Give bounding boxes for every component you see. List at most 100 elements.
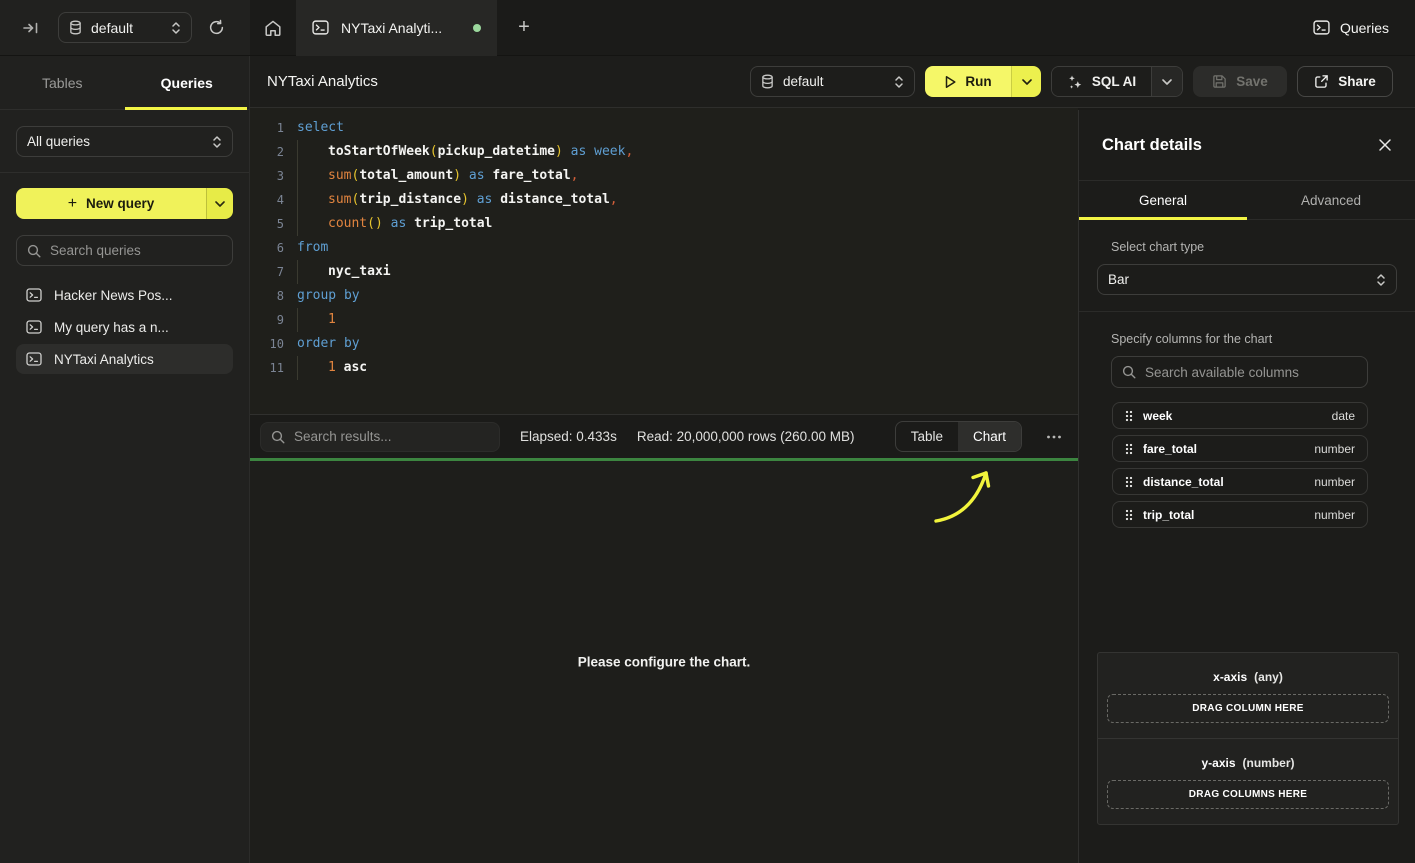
- table-view-button[interactable]: Table: [896, 422, 958, 451]
- unsaved-changes-dot: [473, 24, 481, 32]
- editor-tab[interactable]: NYTaxi Analyti...: [296, 0, 497, 56]
- y-axis-type: (number): [1243, 756, 1295, 770]
- query-search-input[interactable]: [50, 243, 222, 258]
- more-dots-icon: [1046, 435, 1062, 439]
- x-axis-dropzone[interactable]: DRAG COLUMN HERE: [1107, 694, 1389, 723]
- chevron-up-down-icon: [1376, 273, 1386, 287]
- sidebar-divider: [0, 172, 249, 173]
- main-area: 1select2toStartOfWeek(pickup_datetime) a…: [250, 108, 1078, 863]
- column-row[interactable]: trip_totalnumber: [1112, 501, 1368, 528]
- column-row[interactable]: distance_totalnumber: [1112, 468, 1368, 495]
- code-line[interactable]: 3sum(total_amount) as fare_total,: [256, 164, 1078, 188]
- run-dropdown[interactable]: [1011, 66, 1041, 97]
- column-row[interactable]: weekdate: [1112, 402, 1368, 429]
- sidebar-tab-tables[interactable]: Tables: [0, 56, 125, 109]
- run-main[interactable]: Run: [925, 66, 1011, 97]
- queries-top-button[interactable]: Queries: [1313, 20, 1389, 36]
- code-line[interactable]: 7nyc_taxi: [256, 260, 1078, 284]
- sql-editor[interactable]: 1select2toStartOfWeek(pickup_datetime) a…: [250, 108, 1078, 414]
- line-number: 6: [256, 236, 284, 260]
- query-icon: [26, 320, 42, 334]
- query-filter-select[interactable]: All queries: [16, 126, 233, 157]
- panel-tabs: General Advanced: [1079, 181, 1415, 220]
- column-name: trip_total: [1143, 508, 1194, 522]
- code-line[interactable]: 91: [256, 308, 1078, 332]
- refresh-icon: [208, 19, 225, 36]
- search-icon: [271, 430, 285, 444]
- chevron-down-icon: [1162, 79, 1172, 85]
- database-selector[interactable]: default: [58, 12, 192, 43]
- chart-empty-message: Please configure the chart.: [250, 655, 1078, 670]
- query-search[interactable]: [16, 235, 233, 266]
- column-type: date: [1332, 409, 1355, 423]
- code-line[interactable]: 1select: [256, 116, 1078, 140]
- columns-label: Specify columns for the chart: [1097, 332, 1397, 346]
- save-label: Save: [1236, 74, 1268, 89]
- new-query-main[interactable]: + New query: [16, 188, 206, 219]
- save-button[interactable]: Save: [1193, 66, 1287, 97]
- query-list: Hacker News Pos... My query has a n...NYT…: [16, 280, 233, 374]
- line-number: 5: [256, 212, 284, 236]
- home-button[interactable]: [250, 0, 296, 56]
- query-item-label: Hacker News Pos...: [54, 288, 173, 303]
- run-button[interactable]: Run: [925, 66, 1041, 97]
- sidebar-tab-queries[interactable]: Queries: [125, 56, 250, 109]
- queries-top-label: Queries: [1340, 20, 1389, 36]
- query-list-item[interactable]: My query has a n...: [16, 312, 233, 342]
- chart-type-select[interactable]: Bar: [1097, 264, 1397, 295]
- view-toggle: Table Chart: [895, 421, 1022, 452]
- chevron-down-icon: [215, 201, 225, 207]
- y-axis-dropzone[interactable]: DRAG COLUMNS HERE: [1107, 780, 1389, 809]
- save-icon: [1212, 74, 1227, 89]
- code-line[interactable]: 8group by: [256, 284, 1078, 308]
- panel-divider: [1079, 311, 1415, 312]
- code-line[interactable]: 5count() as trip_total: [256, 212, 1078, 236]
- close-panel-button[interactable]: [1378, 138, 1392, 152]
- query-icon: [26, 352, 42, 366]
- line-number: 3: [256, 164, 284, 188]
- query-list-item[interactable]: Hacker News Pos...: [16, 280, 233, 310]
- sql-ai-button[interactable]: SQL AI: [1051, 66, 1183, 97]
- share-button[interactable]: Share: [1297, 66, 1393, 97]
- share-label: Share: [1338, 74, 1376, 89]
- chart-details-panel: Chart details General Advanced Select ch…: [1078, 110, 1415, 863]
- code-line[interactable]: 10order by: [256, 332, 1078, 356]
- x-axis-type: (any): [1254, 670, 1283, 684]
- sql-ai-main[interactable]: SQL AI: [1052, 67, 1151, 96]
- elapsed-time: Elapsed: 0.433s: [520, 429, 617, 444]
- run-database-selector[interactable]: default: [750, 66, 915, 97]
- results-search-input[interactable]: [294, 429, 489, 444]
- columns-search[interactable]: [1111, 356, 1368, 388]
- search-icon: [1122, 365, 1136, 379]
- new-query-button[interactable]: + New query: [16, 188, 233, 219]
- page-title: NYTaxi Analytics: [267, 73, 378, 90]
- results-search[interactable]: [260, 422, 500, 452]
- run-database-value: default: [783, 74, 885, 89]
- collapse-sidebar-button[interactable]: [22, 21, 40, 35]
- drag-handle-icon: [1125, 509, 1133, 521]
- column-name: distance_total: [1143, 475, 1224, 489]
- tab-general[interactable]: General: [1079, 181, 1247, 219]
- new-query-dropdown[interactable]: [206, 188, 233, 219]
- new-tab-button[interactable]: +: [509, 13, 539, 43]
- columns-search-input[interactable]: [1145, 365, 1357, 380]
- chart-canvas: Please configure the chart.: [250, 458, 1078, 863]
- columns-list: weekdate fare_totalnumber distance_totalnu…: [1112, 402, 1368, 528]
- column-row[interactable]: fare_totalnumber: [1112, 435, 1368, 462]
- code-line[interactable]: 111 asc: [256, 356, 1078, 380]
- chart-view-button[interactable]: Chart: [958, 422, 1021, 451]
- drag-handle-icon: [1125, 410, 1133, 422]
- collapse-sidebar-icon: [22, 21, 40, 35]
- tab-advanced[interactable]: Advanced: [1247, 181, 1415, 219]
- sql-ai-label: SQL AI: [1092, 74, 1136, 89]
- run-label: Run: [965, 74, 991, 89]
- panel-content: Select chart type Bar Specify columns fo…: [1079, 240, 1415, 528]
- code-line[interactable]: 2toStartOfWeek(pickup_datetime) as week,: [256, 140, 1078, 164]
- code-line[interactable]: 4sum(trip_distance) as distance_total,: [256, 188, 1078, 212]
- refresh-button[interactable]: [208, 19, 225, 36]
- code-line[interactable]: 6from: [256, 236, 1078, 260]
- sql-ai-dropdown[interactable]: [1151, 67, 1182, 96]
- x-axis-section: x-axis (any) DRAG COLUMN HERE: [1098, 653, 1398, 738]
- query-list-item[interactable]: NYTaxi Analytics: [16, 344, 233, 374]
- more-options-button[interactable]: [1046, 435, 1062, 439]
